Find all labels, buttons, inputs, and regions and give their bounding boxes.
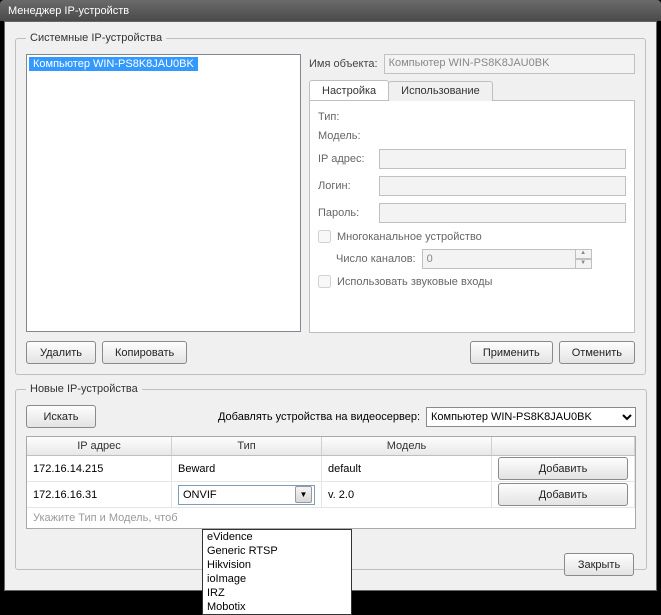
titlebar[interactable]: Менеджер IP-устройств: [0, 0, 661, 21]
list-item[interactable]: Mobotix: [203, 600, 351, 614]
window: Менеджер IP-устройств Системные IP-устро…: [0, 0, 661, 595]
type-dropdown-list[interactable]: eVidence Generic RTSP Hikvision ioImage …: [202, 529, 352, 615]
col-add: [492, 437, 635, 455]
grid-hint: Укажите Тип и Модель, чтоб: [27, 508, 635, 528]
list-item[interactable]: Generic RTSP: [203, 544, 351, 558]
ip-field[interactable]: [379, 149, 626, 169]
delete-button[interactable]: Удалить: [26, 341, 96, 364]
tabs: Настройка Использование: [309, 80, 635, 101]
channels-label: Число каналов:: [336, 253, 416, 265]
cell-type[interactable]: ONVIF ▼: [172, 482, 322, 507]
new-devices-group: Новые IP-устройства Искать Добавлять уст…: [15, 383, 647, 570]
audio-label: Использовать звуковые входы: [337, 276, 492, 288]
list-item[interactable]: Hikvision: [203, 558, 351, 572]
col-type[interactable]: Тип: [172, 437, 322, 455]
channels-stepper[interactable]: ▲▼: [422, 249, 592, 269]
login-field[interactable]: [379, 176, 626, 196]
col-ip[interactable]: IP адрес: [27, 437, 172, 455]
type-dropdown[interactable]: ONVIF ▼: [178, 485, 315, 505]
settings-panel: Тип: Модель: IP адрес: Логин: Пароль: Мн…: [309, 101, 635, 333]
add-button[interactable]: Добавить: [498, 457, 628, 480]
object-name-label: Имя объекта:: [309, 58, 378, 70]
system-devices-group: Системные IP-устройства Компьютер WIN-PS…: [15, 32, 646, 375]
apply-button[interactable]: Применить: [470, 341, 553, 364]
table-row: 172.16.16.31 ONVIF ▼ v. 2.0 Добавить: [27, 482, 635, 508]
ip-label: IP адрес:: [318, 153, 373, 165]
audio-checkbox[interactable]: [318, 275, 331, 288]
grid-header: IP адрес Тип Модель: [27, 437, 635, 456]
type-dropdown-value: ONVIF: [183, 489, 217, 501]
cell-model[interactable]: default: [322, 456, 492, 481]
copy-button[interactable]: Копировать: [102, 341, 187, 364]
devices-grid: IP адрес Тип Модель 172.16.14.215 Beward…: [26, 436, 636, 529]
password-field[interactable]: [379, 203, 626, 223]
chevron-down-icon[interactable]: ▼: [295, 486, 312, 503]
cell-type[interactable]: Beward: [172, 456, 322, 481]
window-title: Менеджер IP-устройств: [8, 5, 129, 17]
tree-item-computer[interactable]: Компьютер WIN-PS8K8JAU0BK: [29, 57, 198, 71]
cancel-button[interactable]: Отменить: [559, 341, 635, 364]
spinner-down-icon[interactable]: ▼: [576, 259, 592, 269]
add-to-label: Добавлять устройства на видеосервер:: [218, 411, 420, 423]
device-tree[interactable]: Компьютер WIN-PS8K8JAU0BK: [26, 54, 301, 332]
channels-value[interactable]: [422, 249, 576, 269]
close-button[interactable]: Закрыть: [564, 553, 634, 576]
spinner-up-icon[interactable]: ▲: [576, 249, 592, 259]
client-area: Системные IP-устройства Компьютер WIN-PS…: [4, 21, 657, 591]
tab-settings[interactable]: Настройка: [309, 80, 389, 100]
login-label: Логин:: [318, 180, 373, 192]
multichannel-label: Многоканальное устройство: [337, 231, 482, 243]
password-label: Пароль:: [318, 207, 373, 219]
cell-ip[interactable]: 172.16.16.31: [27, 482, 172, 507]
server-select[interactable]: Компьютер WIN-PS8K8JAU0BK: [426, 407, 636, 427]
cell-ip[interactable]: 172.16.14.215: [27, 456, 172, 481]
add-button[interactable]: Добавить: [498, 483, 628, 506]
col-model[interactable]: Модель: [322, 437, 492, 455]
multichannel-checkbox[interactable]: [318, 230, 331, 243]
object-name-field: Компьютер WIN-PS8K8JAU0BK: [384, 54, 635, 74]
list-item[interactable]: eVidence: [203, 530, 351, 544]
type-label: Тип:: [318, 111, 373, 123]
search-button[interactable]: Искать: [26, 405, 96, 428]
list-item[interactable]: IRZ: [203, 586, 351, 600]
table-row: 172.16.14.215 Beward default Добавить: [27, 456, 635, 482]
cell-model[interactable]: v. 2.0: [322, 482, 492, 507]
new-devices-legend: Новые IP-устройства: [26, 383, 142, 395]
model-label: Модель:: [318, 130, 373, 142]
list-item[interactable]: ioImage: [203, 572, 351, 586]
system-devices-legend: Системные IP-устройства: [26, 32, 166, 44]
tab-usage[interactable]: Использование: [388, 81, 493, 101]
